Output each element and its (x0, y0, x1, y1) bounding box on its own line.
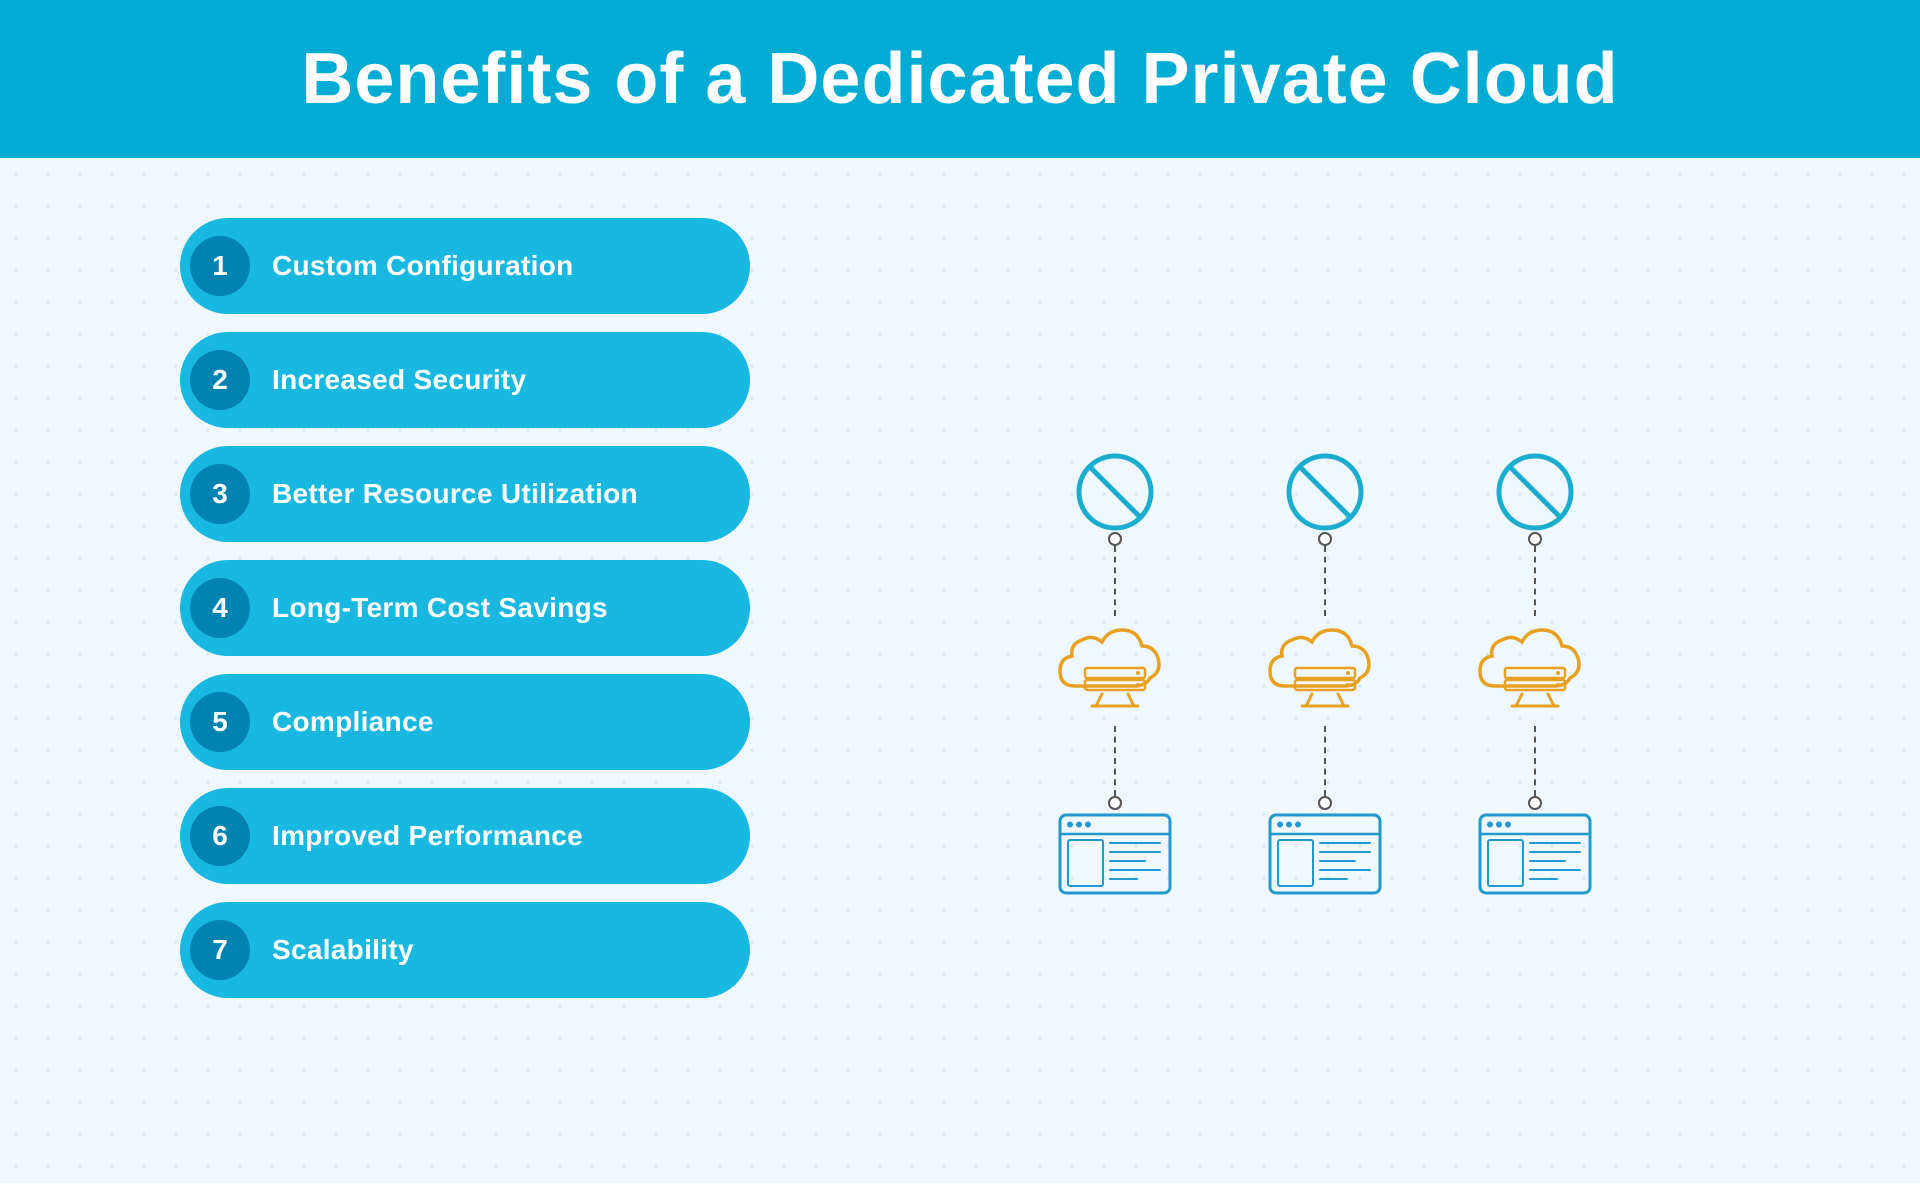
page-wrapper: Benefits of a Dedicated Private Cloud 1C… (0, 0, 1920, 1185)
benefit-item-7: 7 Scalability (180, 902, 750, 998)
benefit-number-4: 4 (190, 578, 250, 638)
monitor-1 (1055, 810, 1175, 910)
diagram-column-1 (1050, 452, 1180, 910)
benefit-label-5: Compliance (272, 706, 434, 738)
diagram-column-2 (1260, 452, 1390, 910)
dashed-top-3 (1534, 546, 1536, 616)
benefit-number-7: 7 (190, 920, 250, 980)
dashed-bottom-2 (1324, 726, 1326, 796)
benefit-item-6: 6 Improved Performance (180, 788, 750, 884)
connector-top-3 (1528, 532, 1542, 546)
benefit-number-6: 6 (190, 806, 250, 866)
connector-bottom-3 (1528, 796, 1542, 810)
benefit-label-1: Custom Configuration (272, 250, 574, 282)
header-section: Benefits of a Dedicated Private Cloud (0, 0, 1920, 158)
benefits-list: 1 Custom Configuration 2 Increased Security… (0, 158, 810, 1183)
benefit-item-1: 1 Custom Configuration (180, 218, 750, 314)
dashed-top-2 (1324, 546, 1326, 616)
connector-top-1 (1108, 532, 1122, 546)
connector-bottom-1 (1108, 796, 1122, 810)
dashed-top-1 (1114, 546, 1116, 616)
monitor-2 (1265, 810, 1385, 910)
main-content: 1 Custom Configuration 2 Increased Security… (0, 158, 1920, 1183)
block-icon-2 (1285, 452, 1365, 532)
benefit-item-3: 3 Better Resource Utilization (180, 446, 750, 542)
benefit-item-4: 4 Long-Term Cost Savings (180, 560, 750, 656)
diagram-column-3 (1470, 452, 1600, 910)
benefit-label-6: Improved Performance (272, 820, 583, 852)
benefit-label-2: Increased Security (272, 364, 526, 396)
block-icon-1 (1075, 452, 1155, 532)
benefit-number-1: 1 (190, 236, 250, 296)
cloud-server-2 (1260, 616, 1390, 726)
connector-bottom-2 (1318, 796, 1332, 810)
benefit-label-7: Scalability (272, 934, 414, 966)
cloud-server-3 (1470, 616, 1600, 726)
benefit-number-2: 2 (190, 350, 250, 410)
cloud-server-1 (1050, 616, 1180, 726)
benefit-label-4: Long-Term Cost Savings (272, 592, 608, 624)
benefit-item-2: 2 Increased Security (180, 332, 750, 428)
benefit-number-5: 5 (190, 692, 250, 752)
dashed-bottom-3 (1534, 726, 1536, 796)
benefit-item-5: 5 Compliance (180, 674, 750, 770)
page-title: Benefits of a Dedicated Private Cloud (0, 38, 1920, 120)
benefit-label-3: Better Resource Utilization (272, 478, 638, 510)
diagram (1050, 432, 1600, 910)
diagram-section (810, 158, 1920, 1183)
block-icon-3 (1495, 452, 1575, 532)
monitor-3 (1475, 810, 1595, 910)
benefit-number-3: 3 (190, 464, 250, 524)
dashed-bottom-1 (1114, 726, 1116, 796)
connector-top-2 (1318, 532, 1332, 546)
